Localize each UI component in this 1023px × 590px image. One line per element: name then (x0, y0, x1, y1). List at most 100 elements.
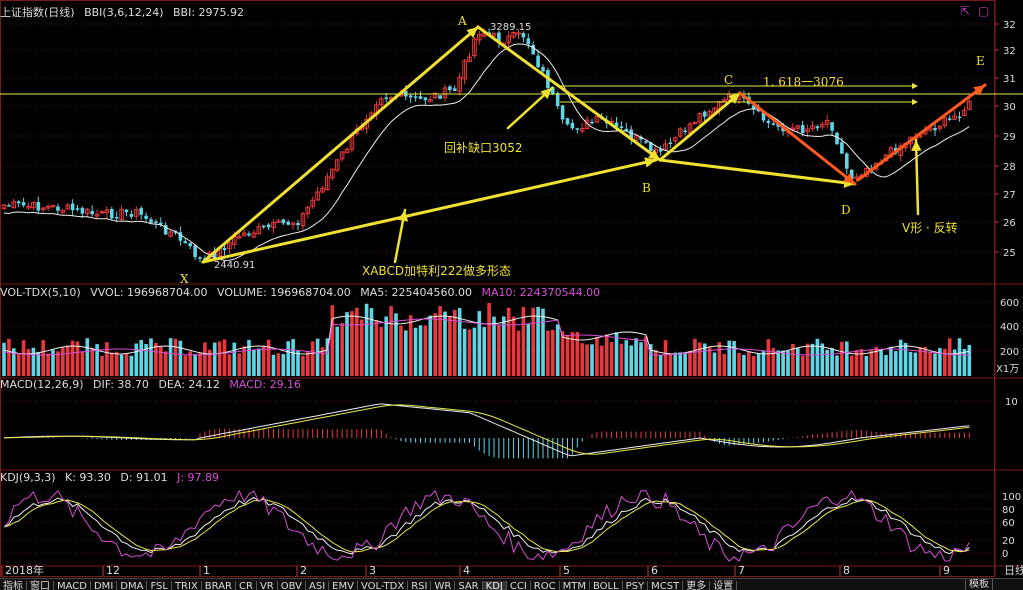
vvol-value: VVOL: 196968704.00 (90, 286, 208, 299)
volume-bar-down (629, 345, 633, 376)
volume-bar-down (830, 348, 834, 376)
dea-value: DEA: 24.12 (158, 378, 220, 391)
volume-bar-up (516, 330, 521, 376)
label-point-e: E (976, 54, 985, 68)
label-high-value: 3289.15 (490, 22, 532, 33)
date-label: 2 (300, 564, 307, 577)
candle-body-down (830, 122, 834, 131)
label-gap-fill: 回补缺口3052 (444, 141, 523, 155)
volume-bar-down (31, 347, 36, 376)
volume-bar-up (433, 313, 437, 376)
candle-body-down (947, 118, 952, 120)
volume-bar-up (531, 307, 535, 376)
date-label: 9 (943, 564, 950, 577)
candle-body-down (56, 206, 60, 211)
volume-bar-up (198, 352, 202, 376)
volume-bar-up (707, 347, 712, 376)
volume-bar-up (399, 325, 403, 376)
date-label: 12 (106, 564, 120, 577)
level-3076-arrowhead (912, 83, 918, 89)
label-point-x: X (180, 272, 189, 286)
label-point-c: C (724, 73, 734, 87)
price-tick-label: 32 (1003, 46, 1016, 57)
arrow-x-to-a (201, 25, 480, 264)
volume-bar-down (443, 311, 447, 376)
volume-bar-down (967, 344, 972, 376)
volume-bar-down (193, 354, 197, 376)
indicator-tab-bar: 指标 窗口 MACD DMI DMA FSL TRIX BRAR CR VR OBV ASI EMV VO… (0, 578, 1023, 590)
candle-body-down (183, 241, 188, 244)
volume-bar-up (663, 340, 668, 376)
volume-bar-up (619, 343, 624, 376)
volume-bar-down (286, 341, 290, 376)
settings-icon[interactable]: ▢ (978, 4, 989, 18)
volume-bar-down (712, 352, 717, 376)
volume-bar-up (580, 343, 584, 376)
label-fib-level: 1. 618一3076 (763, 75, 844, 89)
volume-bar-down (345, 312, 349, 376)
volume-bar-down (134, 343, 139, 376)
volume-bar-up (114, 351, 119, 376)
volume-bar-down (756, 353, 761, 376)
date-label: 1 (203, 564, 210, 577)
volume-bar-down (315, 338, 320, 376)
volume-bar-down (129, 355, 134, 376)
volume-bar-up (859, 349, 864, 376)
volume-bar-up (869, 350, 874, 376)
date-label: 5 (563, 564, 570, 577)
volume-bar-up (737, 352, 741, 376)
volume-bar-down (178, 340, 183, 376)
volume-bar-up (61, 347, 65, 376)
tab-template[interactable]: 模板 (965, 579, 993, 590)
volume-bar-up (21, 340, 26, 376)
volume-bar-down (634, 338, 638, 376)
volume-bar-down (536, 306, 540, 376)
candle-body-down (560, 105, 565, 120)
candle-body-down (575, 128, 580, 130)
dif-value: DIF: 38.70 (93, 378, 149, 391)
macd-dea-line (3, 404, 970, 455)
volume-bar-up (595, 336, 599, 376)
volume-bar-up (693, 338, 697, 376)
label-point-d: D (841, 203, 851, 217)
volume-bar-up (183, 355, 188, 376)
volume-bar-up (41, 340, 45, 376)
volume-bar-down (825, 349, 829, 376)
arrow-b-to-d (658, 158, 857, 186)
volume-bar-up (173, 338, 178, 376)
volume-bar-down (624, 340, 629, 376)
candle-body-down (702, 111, 707, 117)
volume-bar-down (796, 348, 800, 376)
volume-bar-down (541, 308, 545, 376)
collapse-icon[interactable]: ⇱ (960, 4, 970, 18)
volume-bar-down (815, 338, 820, 376)
label-low-value: 2440.91 (214, 260, 256, 271)
arrow-x-to-b (201, 158, 658, 264)
candle-body-down (536, 55, 540, 68)
volume-bar-up (551, 329, 555, 376)
volume-bar-down (786, 350, 790, 376)
candle-body-down (266, 224, 271, 228)
volume-bar-down (908, 351, 913, 376)
main-panel-header: 上证指数(日线) BBI(3,6,12,24) BBI: 2975.92 (0, 6, 250, 19)
volume-bar-down (252, 349, 256, 376)
price-tick-label: 29 (1003, 132, 1016, 143)
candle-body-down (149, 219, 153, 223)
volume-bar-up (423, 325, 428, 376)
volume-bar-up (237, 353, 241, 376)
candle-body-down (222, 247, 227, 251)
kdj-tick-label: 60 (1002, 518, 1015, 529)
volume-bar-up (497, 325, 501, 376)
volume-bar-up (575, 331, 580, 376)
volume-bar-up (943, 348, 947, 376)
volume-bar-down (678, 352, 682, 376)
volume-bar-down (232, 342, 237, 376)
candle-body-down (413, 96, 418, 98)
volume-bar-up (722, 354, 727, 376)
date-label: 2018年 (5, 563, 44, 577)
volume-bar-down (727, 340, 731, 376)
volume-bar-up (310, 341, 315, 376)
volume-bar-up (217, 341, 222, 376)
volume-bar-up (565, 334, 570, 376)
candle-body-down (129, 214, 134, 217)
